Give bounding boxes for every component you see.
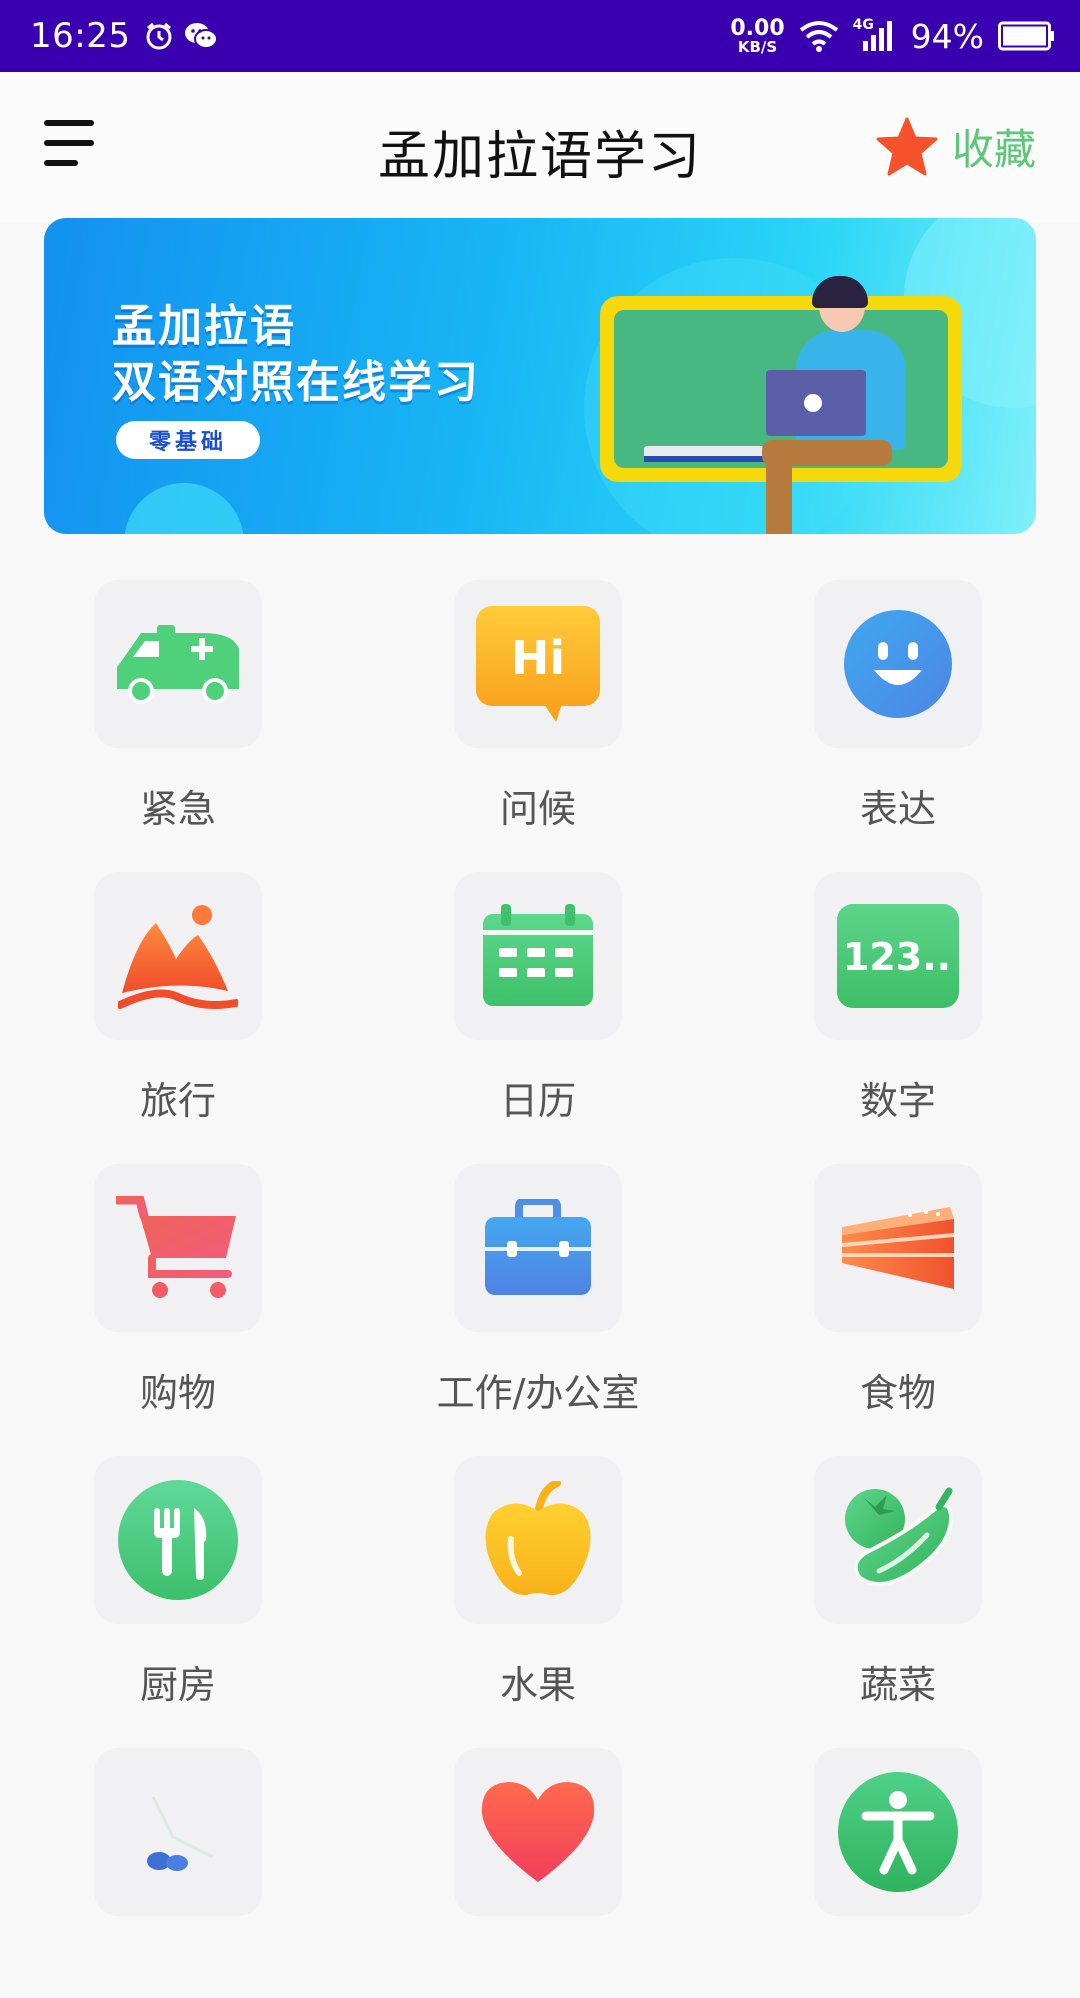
- banner-decoration: [124, 483, 244, 534]
- person-lap: [762, 440, 892, 466]
- hi-bubble-icon: Hi: [476, 606, 600, 722]
- star-icon: [876, 117, 938, 175]
- signal-icon: 4G: [853, 17, 897, 53]
- net-speed-unit: KB/S: [737, 37, 778, 56]
- laptop-illustration: [766, 370, 866, 436]
- category-label: 工作/办公室: [436, 1371, 640, 1415]
- banner-tag: 零基础: [116, 421, 260, 459]
- category-travel[interactable]: 旅行: [14, 872, 314, 1123]
- wechat-icon: [185, 23, 219, 49]
- status-right: 0.00 KB/S 4G 94%: [730, 17, 1056, 56]
- category-tile: [94, 1748, 262, 1916]
- chalk-tray-edge: [644, 456, 764, 462]
- category-tile: [454, 872, 622, 1040]
- category-label: 日历: [499, 1079, 576, 1123]
- category-tile: [454, 1456, 622, 1624]
- heart-icon: [481, 1782, 595, 1882]
- banner-subheadline: 双语对照在线学习: [112, 357, 480, 408]
- category-label: 紧急: [139, 787, 216, 831]
- banner-headline: 孟加拉语: [112, 301, 296, 352]
- net-speed: 0.00 KB/S: [730, 15, 785, 56]
- favorites-button[interactable]: 收藏: [876, 116, 1036, 177]
- status-left-icons: [144, 21, 219, 51]
- category-calendar[interactable]: 日历: [374, 872, 674, 1123]
- category-health[interactable]: [374, 1748, 674, 1998]
- fork-knife-icon: [118, 1480, 238, 1600]
- category-label: 水果: [499, 1663, 576, 1707]
- category-tile: [814, 1748, 982, 1916]
- category-expressions[interactable]: 表达: [734, 580, 1034, 831]
- mountain-icon: [118, 905, 238, 1009]
- person-hair: [812, 276, 868, 308]
- category-emergency[interactable]: 紧急: [14, 580, 314, 831]
- category-tile: [94, 872, 262, 1040]
- category-label: 厨房: [139, 1663, 216, 1707]
- svg-text:Hi: Hi: [511, 631, 565, 685]
- alarm-icon: [146, 22, 172, 50]
- category-numbers[interactable]: 123.. 数字: [734, 872, 1034, 1123]
- category-vegetables[interactable]: 蔬菜: [734, 1456, 1034, 1707]
- category-tile: [454, 1164, 622, 1332]
- category-label: 购物: [139, 1371, 216, 1415]
- category-greetings[interactable]: Hi 问候: [374, 580, 674, 831]
- ambulance-icon: [117, 625, 239, 704]
- category-tile: [94, 1456, 262, 1624]
- category-label: 蔬菜: [859, 1663, 936, 1707]
- category-tile: [94, 1164, 262, 1332]
- battery-icon: [998, 21, 1054, 51]
- wifi-icon: [799, 21, 838, 52]
- numbers-icon: 123..: [837, 904, 959, 1008]
- category-tile: [814, 580, 982, 748]
- category-tile: [814, 1456, 982, 1624]
- numbers-icon-text: 123..: [843, 935, 951, 979]
- category-body[interactable]: [734, 1748, 1034, 1998]
- cake-icon: [841, 1207, 955, 1289]
- category-clothing[interactable]: [14, 1748, 314, 1998]
- smiley-icon: [844, 610, 952, 718]
- category-tile: [454, 1748, 622, 1916]
- category-label: 表达: [859, 787, 936, 831]
- status-time: 16:25: [30, 16, 131, 56]
- vegetables-icon: [845, 1487, 954, 1586]
- category-tile: [814, 1164, 982, 1332]
- net-speed-value: 0.00: [730, 15, 785, 41]
- promo-banner[interactable]: 孟加拉语 双语对照在线学习 零基础: [44, 218, 1036, 534]
- category-shopping[interactable]: 购物: [14, 1164, 314, 1415]
- app-header: 孟加拉语学习 收藏: [0, 72, 1080, 222]
- category-fruit[interactable]: 水果: [374, 1456, 674, 1707]
- category-label: 旅行: [139, 1079, 216, 1123]
- category-tile: Hi: [454, 580, 622, 748]
- person-leg: [766, 458, 792, 534]
- status-bar: 16:25 0.00 KB/S 4G 94%: [0, 0, 1080, 72]
- category-kitchen[interactable]: 厨房: [14, 1456, 314, 1707]
- shoes-icon: [147, 1796, 214, 1871]
- battery-percent: 94%: [910, 16, 984, 56]
- category-tile: [94, 580, 262, 748]
- category-label: 数字: [859, 1079, 936, 1123]
- person-icon: [838, 1772, 958, 1892]
- calendar-icon: [483, 904, 593, 1006]
- category-label: 食物: [859, 1371, 936, 1415]
- category-label: 问候: [499, 787, 576, 831]
- favorites-label: 收藏: [951, 125, 1036, 174]
- briefcase-icon: [485, 1199, 591, 1295]
- apple-icon: [485, 1481, 591, 1596]
- category-tile: 123..: [814, 872, 982, 1040]
- shopping-cart-icon: [116, 1196, 236, 1298]
- category-work-office[interactable]: 工作/办公室: [374, 1164, 674, 1415]
- category-food[interactable]: 食物: [734, 1164, 1034, 1415]
